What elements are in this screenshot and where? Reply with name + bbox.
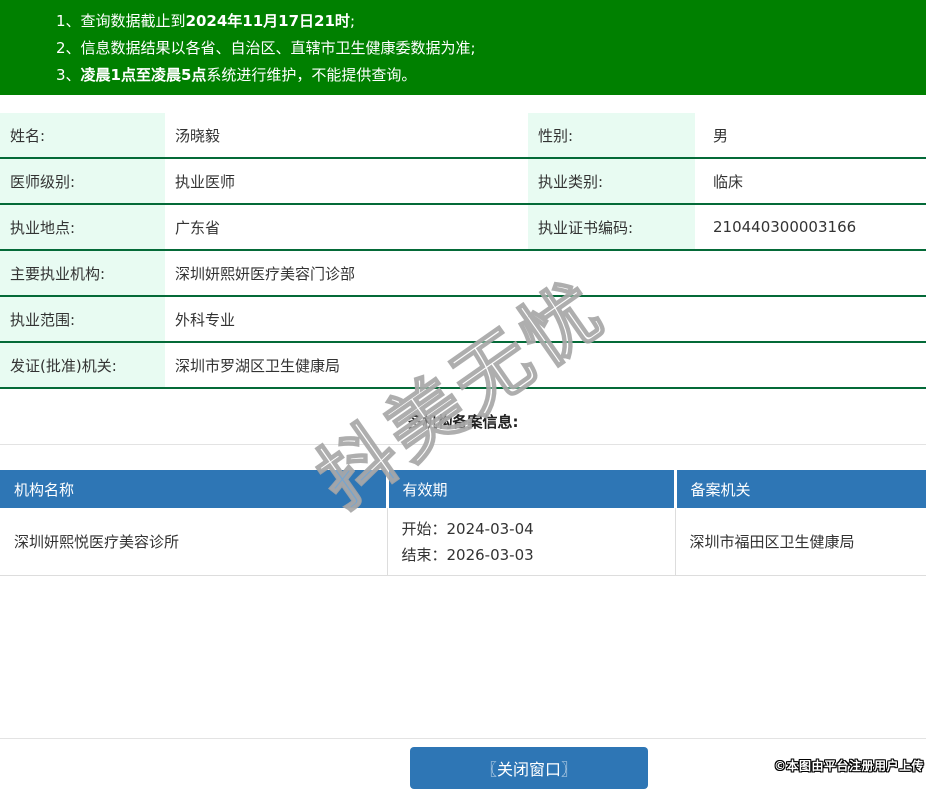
practitioner-info-table: 姓名: 汤晓毅 性别: 男 医师级别: 执业医师 执业类别: 临床 执业地点: …	[0, 113, 926, 389]
field-label-practice-scope: 执业范围:	[0, 296, 165, 343]
notice-bold-text: 凌晨1点至凌晨5点	[80, 66, 207, 84]
table-row: 姓名: 汤晓毅 性别: 男	[0, 113, 926, 159]
cell-record-authority: 深圳市福田区卫生健康局	[675, 508, 926, 576]
notice-marker: 1、	[56, 12, 81, 30]
field-label-practice-category: 执业类别:	[528, 158, 695, 205]
divider	[0, 738, 926, 739]
field-label-certificate-no: 执业证书编码:	[528, 204, 695, 251]
field-value-main-institution: 深圳妍熙妍医疗美容门诊部	[165, 250, 926, 297]
table-row: 执业范围: 外科专业	[0, 296, 926, 343]
field-label-main-institution: 主要执业机构:	[0, 250, 165, 297]
notice-text: 查询数据截止到	[80, 12, 186, 30]
field-label-gender: 性别:	[528, 113, 695, 159]
column-header-validity: 有效期	[387, 470, 677, 508]
field-label-issuing-authority: 发证(批准)机关:	[0, 342, 165, 389]
field-value-practice-scope: 外科专业	[165, 296, 926, 343]
field-label-name: 姓名:	[0, 113, 165, 159]
field-value-name: 汤晓毅	[165, 113, 528, 159]
field-label-doctor-level: 医师级别:	[0, 158, 165, 205]
field-value-doctor-level: 执业医师	[165, 158, 528, 205]
notice-line: 3、凌晨1点至凌晨5点系统进行维护，不能提供查询。	[56, 62, 916, 89]
notice-text: ;	[349, 12, 355, 30]
table-row: 发证(批准)机关: 深圳市罗湖区卫生健康局	[0, 342, 926, 389]
notice-bold-text: 2024年11月17日21时	[185, 12, 350, 30]
notice-line: 1、查询数据截止到2024年11月17日21时;	[56, 8, 916, 35]
cell-institution-name: 深圳妍熙悦医疗美容诊所	[0, 508, 388, 576]
field-label-practice-location: 执业地点:	[0, 204, 165, 251]
divider	[0, 444, 926, 445]
validity-end: 结束：2026-03-03	[401, 545, 534, 564]
table-row: 深圳妍熙悦医疗美容诊所 开始：2024-03-04 结束：2026-03-03 …	[0, 508, 926, 576]
table-row: 执业地点: 广东省 执业证书编码: 210440300003166	[0, 204, 926, 251]
notice-marker: 3、	[56, 66, 81, 84]
table-header-row: 机构名称 有效期 备案机关	[0, 470, 926, 508]
notice-marker: 2、	[56, 39, 81, 57]
column-header-institution: 机构名称	[0, 470, 389, 508]
column-header-record-authority: 备案机关	[675, 470, 926, 508]
notice-text: 系统进行维护，不能提供查询。	[206, 66, 417, 84]
field-value-issuing-authority: 深圳市罗湖区卫生健康局	[165, 342, 926, 389]
close-window-button[interactable]: 〖关闭窗口〗	[410, 747, 648, 789]
field-value-gender: 男	[695, 113, 926, 159]
field-value-practice-category: 临床	[695, 158, 926, 205]
notice-line: 2、信息数据结果以各省、自治区、直辖市卫生健康委数据为准;	[56, 35, 916, 62]
query-result-page: { "notice": { "lines": [ {"marker": "1、"…	[0, 0, 926, 789]
cell-validity-period: 开始：2024-03-04 结束：2026-03-03	[387, 508, 676, 576]
notice-text: 信息数据结果以各省、自治区、直辖市卫生健康委数据为准;	[80, 39, 476, 57]
field-value-practice-location: 广东省	[165, 204, 528, 251]
table-row: 医师级别: 执业医师 执业类别: 临床	[0, 158, 926, 205]
validity-start: 开始：2024-03-04	[401, 519, 534, 538]
table-row: 主要执业机构: 深圳妍熙妍医疗美容门诊部	[0, 250, 926, 297]
multi-org-table: 机构名称 有效期 备案机关 深圳妍熙悦医疗美容诊所 开始：2024-03-04 …	[0, 470, 926, 576]
field-value-certificate-no: 210440300003166	[695, 204, 926, 251]
multi-org-title: 多机构备案信息:	[407, 413, 519, 431]
credit-watermark: ©本图由平台注册用户上传	[773, 759, 924, 773]
notice-banner: 1、查询数据截止到2024年11月17日21时; 2、信息数据结果以各省、自治区…	[0, 0, 926, 95]
